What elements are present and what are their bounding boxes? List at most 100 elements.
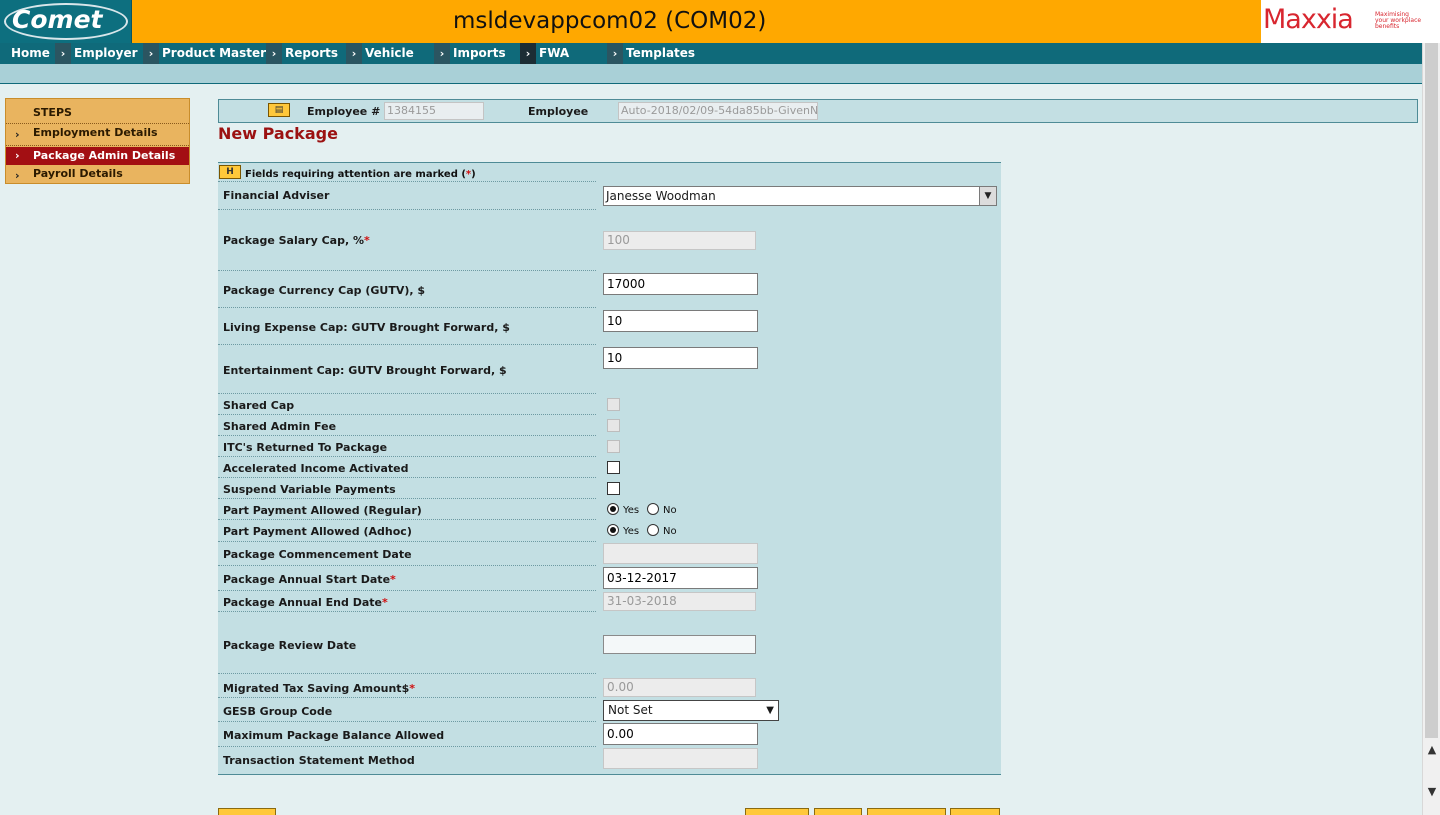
nav-vehicle-label: Vehicle	[365, 46, 414, 60]
gesb-group-label: GESB Group Code	[223, 705, 333, 718]
living-cap-input[interactable]: 10	[603, 310, 758, 332]
row-financial-adviser: Financial Adviser Janesse Woodman ▼	[218, 182, 1001, 210]
nav-imports[interactable]: › Imports	[434, 43, 506, 64]
comet-logo[interactable]: Comet	[0, 0, 132, 43]
chevron-right-icon: ›	[15, 128, 20, 141]
maxxia-logo: Maxxia Maximising your workplace benefit…	[1261, 0, 1422, 43]
financial-adviser-label: Financial Adviser	[223, 189, 330, 202]
review-date-input[interactable]	[603, 635, 756, 654]
part-regular-yes-radio[interactable]	[607, 503, 619, 515]
vertical-scrollbar[interactable]: ▲ ▼	[1422, 43, 1440, 815]
nav-imports-label: Imports	[453, 46, 506, 60]
employee-bar: ▤ Employee # 1384155 Employee Auto-2018/…	[218, 99, 1418, 123]
chevron-right-icon: ›	[15, 149, 20, 162]
suspend-variable-checkbox[interactable]	[607, 482, 620, 495]
nav-employer[interactable]: › Employer	[55, 43, 138, 64]
entertainment-cap-label: Entertainment Cap: GUTV Brought Forward,…	[223, 364, 507, 377]
row-annual-start-date: Package Annual Start Date* 03-12-2017	[218, 566, 1001, 591]
review-date-label: Package Review Date	[223, 639, 357, 652]
nav-reports-label: Reports	[285, 46, 339, 60]
divider	[6, 145, 189, 146]
nav-product-master-label: Product Master	[162, 46, 267, 60]
nav-product-master[interactable]: › Product Master	[143, 43, 266, 64]
row-migrated-tax: Migrated Tax Saving Amount$* 0.00	[218, 674, 1001, 698]
steps-heading: STEPS	[33, 106, 72, 119]
row-entertainment-cap: Entertainment Cap: GUTV Brought Forward,…	[218, 345, 1001, 394]
row-commencement-date: Package Commencement Date	[218, 542, 1001, 566]
currency-cap-label: Package Currency Cap (GUTV), $	[223, 284, 426, 297]
row-gesb-group: GESB Group Code Not Set ▼	[218, 698, 1001, 722]
transaction-method-label: Transaction Statement Method	[223, 754, 415, 767]
back-button[interactable]	[218, 808, 276, 815]
row-review-date: Package Review Date	[218, 612, 1001, 674]
scroll-up-icon[interactable]: ▲	[1425, 743, 1439, 756]
nav-fwa[interactable]: › FWA	[520, 43, 569, 64]
save-button[interactable]	[814, 808, 862, 815]
part-regular-label: Part Payment Allowed (Regular)	[223, 504, 422, 517]
step-employment-details[interactable]: › Employment Details	[6, 124, 189, 144]
cancel-button[interactable]	[745, 808, 809, 815]
nav-templates[interactable]: › Templates	[607, 43, 695, 64]
part-adhoc-label: Part Payment Allowed (Adhoc)	[223, 525, 412, 538]
annual-start-date-input[interactable]: 03-12-2017	[603, 567, 758, 589]
step-package-admin-details[interactable]: › Package Admin Details	[6, 147, 189, 165]
employee-name-field: Auto-2018/02/09-54da85bb-GivenN	[618, 102, 818, 120]
annual-end-date-label-text: Package Annual End Date	[223, 596, 382, 609]
row-salary-cap: Package Salary Cap, %* 100	[218, 210, 1001, 271]
chevron-right-icon: ›	[346, 43, 362, 64]
employee-card-icon[interactable]: ▤	[268, 103, 290, 117]
shared-cap-label: Shared Cap	[223, 399, 295, 412]
brand-name: Maxxia	[1263, 4, 1354, 35]
entertainment-cap-input[interactable]: 10	[603, 347, 758, 369]
brand-tagline: Maximising your workplace benefits	[1375, 11, 1422, 30]
chevron-right-icon: ›	[434, 43, 450, 64]
accelerated-income-label: Accelerated Income Activated	[223, 462, 409, 475]
max-balance-input[interactable]: 0.00	[603, 723, 758, 745]
financial-adviser-select[interactable]: Janesse Woodman ▼	[603, 186, 997, 206]
part-adhoc-yes-label: Yes	[623, 526, 640, 537]
annual-end-date-input: 31-03-2018	[603, 592, 756, 611]
shared-cap-checkbox	[607, 398, 620, 411]
row-part-payment-adhoc: Part Payment Allowed (Adhoc) Yes No	[218, 520, 1001, 542]
step-payroll-details[interactable]: › Payroll Details	[6, 165, 189, 185]
previous-button[interactable]	[867, 808, 946, 815]
row-part-payment-regular: Part Payment Allowed (Regular) Yes No	[218, 499, 1001, 520]
dropdown-arrow-icon[interactable]: ▼	[979, 186, 997, 206]
required-asterisk: *	[363, 234, 370, 247]
financial-adviser-value: Janesse Woodman	[606, 189, 716, 203]
nav-reports[interactable]: › Reports	[266, 43, 338, 64]
nav-vehicle[interactable]: › Vehicle	[346, 43, 414, 64]
step-label: Package Admin Details	[33, 149, 176, 162]
commencement-date-label: Package Commencement Date	[223, 548, 412, 561]
part-regular-no-radio[interactable]	[647, 503, 659, 515]
part-adhoc-yes-radio[interactable]	[607, 524, 619, 536]
salary-cap-input: 100	[603, 231, 756, 250]
required-asterisk: *	[390, 573, 396, 586]
window-corner	[1422, 0, 1440, 43]
row-itc-returned: ITC's Returned To Package	[218, 436, 1001, 457]
chevron-right-icon: ›	[607, 43, 623, 64]
page-title: New Package	[218, 124, 338, 143]
step-label: Payroll Details	[33, 167, 123, 180]
scroll-down-icon[interactable]: ▼	[1425, 785, 1439, 798]
annual-start-date-label: Package Annual Start Date*	[223, 573, 396, 586]
shared-admin-fee-label: Shared Admin Fee	[223, 420, 337, 433]
scrollbar-thumb[interactable]	[1425, 43, 1438, 738]
part-regular-no-label: No	[663, 505, 677, 516]
migrated-tax-label: Migrated Tax Saving Amount$*	[223, 682, 415, 695]
row-annual-end-date: Package Annual End Date* 31-03-2018	[218, 591, 1001, 612]
salary-cap-label: Package Salary Cap, %*	[223, 234, 370, 247]
part-adhoc-no-radio[interactable]	[647, 524, 659, 536]
accelerated-income-checkbox[interactable]	[607, 461, 620, 474]
part-regular-yes-label: Yes	[623, 505, 640, 516]
nav-home[interactable]: Home	[11, 43, 50, 64]
row-living-cap: Living Expense Cap: GUTV Brought Forward…	[218, 308, 1001, 345]
row-shared-cap: Shared Cap	[218, 394, 1001, 415]
gesb-group-select[interactable]: Not Set ▼	[603, 700, 779, 721]
row-suspend-variable: Suspend Variable Payments	[218, 478, 1001, 499]
currency-cap-input[interactable]: 17000	[603, 273, 758, 295]
next-button[interactable]	[950, 808, 1000, 815]
migrated-tax-label-text: Migrated Tax Saving Amount$	[223, 682, 410, 695]
annual-end-date-label: Package Annual End Date*	[223, 596, 388, 609]
nav-templates-label: Templates	[626, 46, 696, 60]
